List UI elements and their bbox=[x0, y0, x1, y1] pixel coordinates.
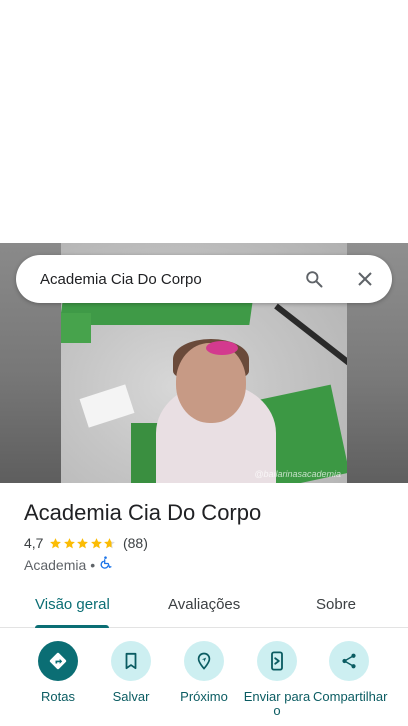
rating-stars bbox=[49, 537, 117, 550]
place-title: Academia Cia Do Corpo bbox=[24, 500, 262, 525]
map-blank-area bbox=[0, 0, 408, 243]
tab-avaliacoes[interactable]: Avaliações bbox=[168, 596, 240, 613]
photo-figure-bow bbox=[206, 341, 238, 355]
search-icon[interactable] bbox=[299, 264, 329, 294]
wheelchair-icon bbox=[99, 556, 112, 573]
send-to-phone-icon bbox=[257, 641, 297, 681]
separator-dot: • bbox=[90, 556, 96, 573]
place-tabs: Visão geral Avaliações Sobre bbox=[0, 583, 408, 628]
star-icon bbox=[50, 537, 62, 548]
share-icon bbox=[329, 641, 369, 681]
send-to-phone-label: Enviar para o bbox=[243, 689, 311, 718]
nearby-button[interactable]: Próximo bbox=[168, 641, 240, 704]
star-icon bbox=[64, 537, 75, 548]
nearby-label: Próximo bbox=[180, 689, 228, 704]
search-bar bbox=[16, 255, 392, 303]
directions-icon bbox=[38, 641, 78, 681]
bookmark-icon bbox=[111, 641, 151, 681]
category-row: Academia • bbox=[24, 556, 112, 573]
nearby-icon bbox=[184, 641, 224, 681]
place-category: Academia bbox=[24, 556, 87, 573]
paper-shape bbox=[79, 384, 135, 428]
search-input[interactable] bbox=[40, 264, 290, 294]
mat-line bbox=[274, 303, 347, 383]
mat-shape bbox=[61, 313, 91, 343]
star-icon bbox=[77, 537, 89, 548]
rating-value: 4,7 bbox=[24, 535, 44, 551]
photo-watermark: @bailarinasacademia bbox=[254, 469, 341, 479]
star-icon bbox=[91, 537, 102, 548]
tab-sobre[interactable]: Sobre bbox=[316, 596, 356, 613]
review-count: (88) bbox=[122, 535, 148, 551]
photo-figure-head bbox=[176, 343, 246, 423]
close-icon[interactable] bbox=[350, 264, 380, 294]
tab-visao-geral[interactable]: Visão geral bbox=[35, 596, 110, 613]
rating-row[interactable]: 4,7 (88) bbox=[24, 535, 148, 551]
active-tab-indicator bbox=[35, 625, 109, 628]
save-label: Salvar bbox=[112, 689, 150, 704]
star-icon bbox=[104, 537, 116, 548]
directions-label: Rotas bbox=[41, 689, 75, 704]
action-bar: Rotas Salvar Próximo Enviar para o Compa… bbox=[0, 641, 408, 726]
share-label: Compartilhar bbox=[313, 689, 388, 704]
share-button[interactable]: Compartilhar bbox=[313, 641, 388, 704]
send-to-phone-button[interactable]: Enviar para o bbox=[241, 641, 313, 718]
directions-button[interactable]: Rotas bbox=[22, 641, 94, 704]
save-button[interactable]: Salvar bbox=[95, 641, 167, 704]
